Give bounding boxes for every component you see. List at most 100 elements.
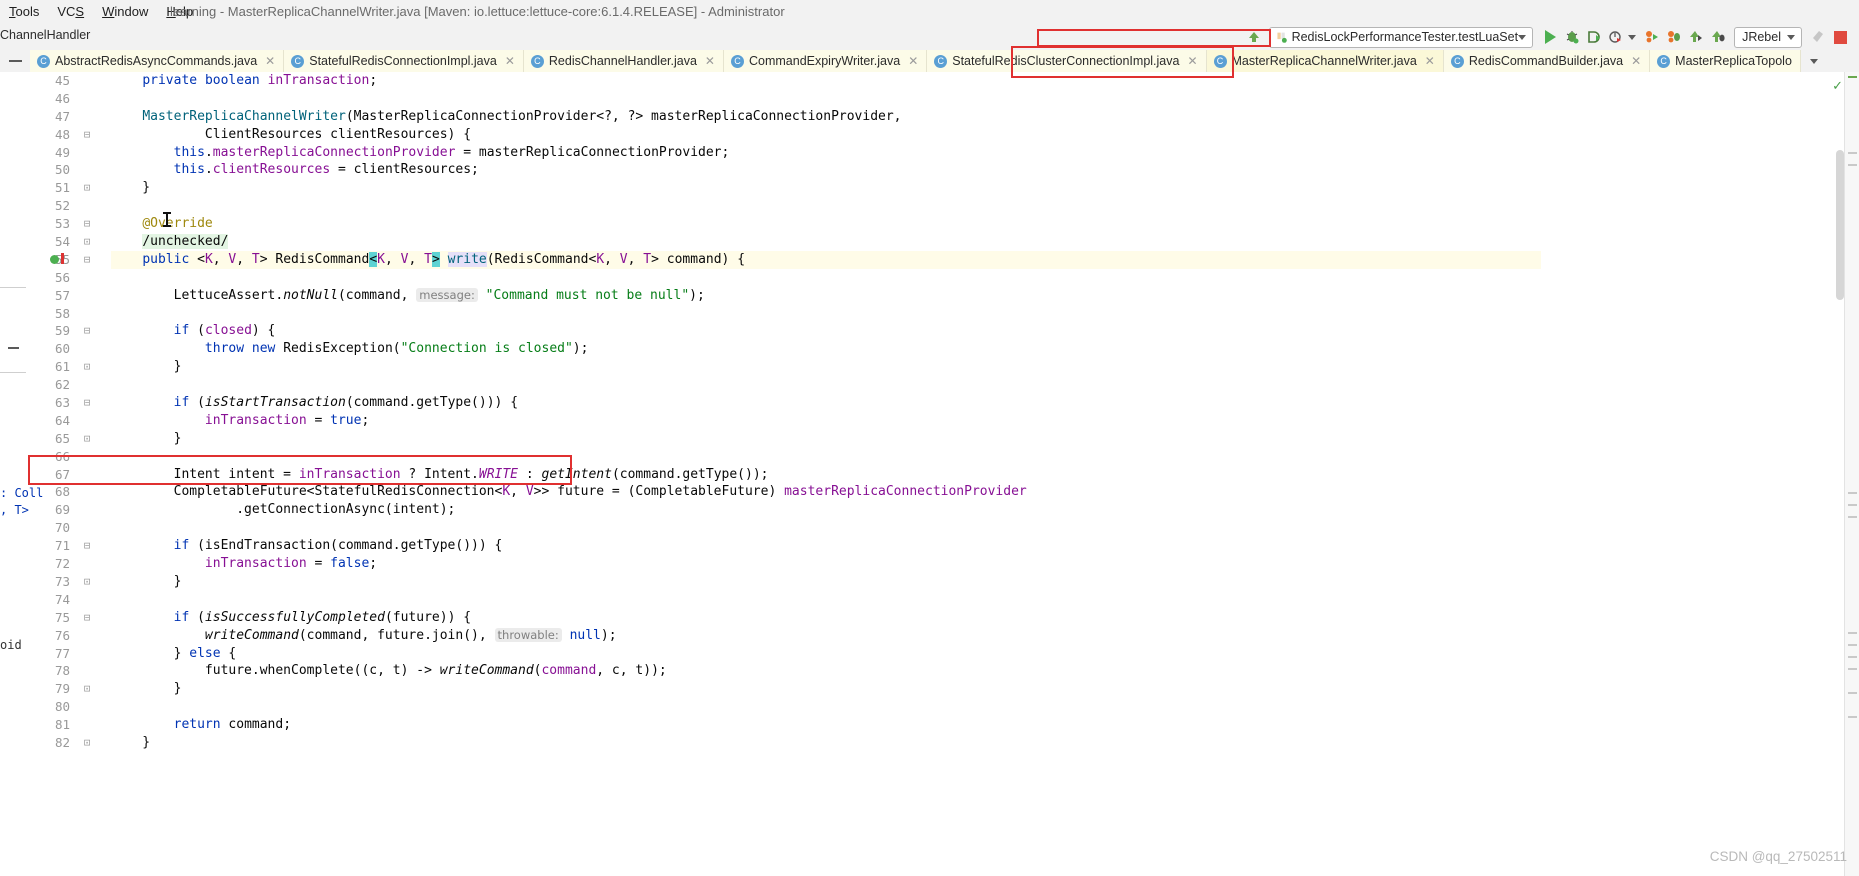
close-icon[interactable]: ✕ [1425, 54, 1435, 68]
tab-overflow-chevron-down-icon[interactable] [1800, 50, 1827, 72]
editor-tab-3[interactable]: C CommandExpiryWriter.java ✕ [723, 50, 928, 72]
bookmark-icon[interactable] [61, 253, 64, 264]
code-line[interactable]: 78 future.whenComplete((c, t) -> writeCo… [55, 662, 1541, 680]
jrebel-debug-alt-icon[interactable] [1707, 26, 1729, 48]
jrebel-debug-icon[interactable] [1663, 26, 1685, 48]
chevron-down-icon[interactable] [1518, 34, 1527, 40]
code-line[interactable]: 82 ⊡ } [55, 734, 1541, 752]
profile-chevron-down-icon[interactable] [1628, 34, 1637, 40]
profile-icon[interactable] [1605, 26, 1627, 48]
fold-toggle-icon[interactable]: ⊟ [81, 126, 93, 144]
code-line[interactable]: 49 this.masterReplicaConnectionProvider … [55, 144, 1541, 162]
code-line[interactable]: 80 [55, 698, 1541, 716]
code-line[interactable]: 54 ⊡ /unchecked/ [55, 233, 1541, 251]
code-line[interactable]: 74 [55, 591, 1541, 609]
stop-icon[interactable] [1829, 26, 1851, 48]
code-token: K [502, 484, 511, 500]
run-configuration-selector[interactable]: RedisLockPerformanceTester.testLuaSet [1268, 26, 1534, 48]
menu-item-window[interactable]: Window [93, 0, 157, 24]
fold-toggle-icon[interactable]: ⊟ [81, 251, 93, 269]
code-token: RedisException( [275, 341, 401, 357]
code-line[interactable]: 56 [55, 269, 1541, 287]
code-line[interactable]: 79 ⊡ } [55, 680, 1541, 698]
navigate-back-icon[interactable] [1243, 26, 1265, 48]
code-line[interactable]: 72 inTransaction = false; [55, 555, 1541, 573]
code-line[interactable]: 47 MasterReplicaChannelWriter(MasterRepl… [55, 108, 1541, 126]
close-icon[interactable]: ✕ [705, 54, 715, 68]
code-line[interactable]: 73 ⊡ } [55, 573, 1541, 591]
close-icon[interactable]: ✕ [1187, 54, 1197, 68]
editor-tab-0[interactable]: C AbstractRedisAsyncCommands.java ✕ [30, 50, 285, 72]
jrebel-run-alt-icon[interactable] [1685, 26, 1707, 48]
collapse-icon [8, 347, 19, 349]
fold-toggle-icon[interactable]: ⊟ [81, 394, 93, 412]
run-method-gutter-icon[interactable] [50, 255, 59, 264]
build-icon[interactable] [1807, 26, 1829, 48]
editor-tab-2[interactable]: C RedisChannelHandler.java ✕ [523, 50, 724, 72]
fold-toggle-icon[interactable]: ⊡ [81, 179, 93, 197]
code-line[interactable]: 66 [55, 448, 1541, 466]
code-line[interactable]: 67 Intent intent = inTransaction ? Inten… [55, 466, 1541, 484]
code-line[interactable]: 50 this.clientResources = clientResource… [55, 161, 1541, 179]
fold-toggle-icon[interactable]: ⊡ [81, 573, 93, 591]
fold-toggle-icon[interactable]: ⊟ [81, 537, 93, 555]
code-line[interactable]: 52 [55, 197, 1541, 215]
debug-icon[interactable] [1561, 26, 1583, 48]
code-line[interactable]: 81 return command; [55, 716, 1541, 734]
fold-toggle-icon[interactable]: ⊡ [81, 680, 93, 698]
menu-item-tools[interactable]: Tools [0, 0, 48, 24]
editor-tab-5-active[interactable]: C MasterReplicaChannelWriter.java ✕ [1206, 50, 1444, 72]
code-line[interactable]: 71 ⊟ if (isEndTransaction(command.getType… [55, 537, 1541, 555]
editor-tab-4[interactable]: C StatefulRedisClusterConnectionImpl.jav… [927, 50, 1207, 72]
run-icon[interactable] [1539, 26, 1561, 48]
code-line[interactable]: 48 ⊟ ClientResources clientResources) { [55, 126, 1541, 144]
fold-toggle-icon[interactable]: ⊡ [81, 430, 93, 448]
close-icon[interactable]: ✕ [1631, 54, 1641, 68]
fold-toggle-icon[interactable]: ⊟ [81, 215, 93, 233]
fold-toggle-icon[interactable]: ⊟ [81, 322, 93, 340]
editor-marker-bar[interactable] [1844, 72, 1859, 876]
code-line[interactable]: 58 [55, 305, 1541, 323]
code-line[interactable]: 46 [55, 90, 1541, 108]
close-icon[interactable]: ✕ [908, 54, 918, 68]
editor-tab-6[interactable]: C RedisCommandBuilder.java ✕ [1443, 50, 1651, 72]
code-line[interactable]: 57 LettuceAssert.notNull(command, messag… [55, 287, 1541, 305]
code-line[interactable]: 61 ⊡ } [55, 358, 1541, 376]
close-icon[interactable]: ✕ [265, 54, 275, 68]
code-content[interactable]: 45 private boolean inTransaction; 46 47 M… [50, 72, 1541, 876]
jrebel-selector[interactable]: JRebel [1734, 26, 1802, 48]
inspection-status-icon[interactable]: ✓ [1832, 78, 1843, 94]
code-line[interactable]: 68 CompletableFuture<StatefulRedisConnec… [55, 483, 1541, 501]
breadcrumb[interactable]: ChannelHandler [0, 28, 90, 42]
code-line[interactable]: 65 ⊡ } [55, 430, 1541, 448]
code-line[interactable]: 77 } else { [55, 645, 1541, 663]
editor-tab-1[interactable]: C StatefulRedisConnectionImpl.java ✕ [284, 50, 524, 72]
code-line[interactable]: 59 ⊟ if (closed) { [55, 322, 1541, 340]
code-editor[interactable]: 45 private boolean inTransaction; 46 47 M… [0, 72, 1859, 876]
fold-toggle-icon[interactable]: ⊡ [81, 734, 93, 752]
code-line[interactable]: 76 writeCommand(command, future.join(), … [55, 627, 1541, 645]
editor-scrollbar-thumb[interactable] [1836, 150, 1844, 300]
code-line[interactable]: 55⊟ public <K, V, T> RedisCommand<K, V, … [55, 250, 1541, 269]
code-line[interactable]: 64 inTransaction = true; [55, 412, 1541, 430]
jrebel-run-icon[interactable] [1641, 26, 1663, 48]
code-line[interactable]: 63 ⊟ if (isStartTransaction(command.getTy… [55, 394, 1541, 412]
editor-tab-7[interactable]: C MasterReplicaTopolo [1650, 50, 1801, 72]
close-icon[interactable]: ✕ [505, 54, 515, 68]
code-line[interactable]: 62 [55, 376, 1541, 394]
code-line[interactable]: 60 throw new RedisException("Connection … [55, 340, 1541, 358]
menu-item-vcs[interactable]: VCS [48, 0, 93, 24]
run-with-coverage-icon[interactable] [1583, 26, 1605, 48]
fold-toggle-icon[interactable]: ⊡ [81, 358, 93, 376]
code-line[interactable]: 70 [55, 519, 1541, 537]
collapse-tabs-button[interactable] [0, 50, 30, 72]
jrebel-chevron-down-icon[interactable] [1787, 34, 1795, 40]
code-line[interactable]: 51 ⊡ } [55, 179, 1541, 197]
code-line[interactable]: 75 ⊟ if (isSuccessfullyCompleted(future))… [55, 609, 1541, 627]
code-line[interactable]: 69 .getConnectionAsync(intent); [55, 501, 1541, 519]
fold-toggle-icon[interactable]: ⊟ [81, 609, 93, 627]
code-token: , [627, 251, 644, 267]
code-line[interactable]: 45 private boolean inTransaction; [55, 72, 1541, 90]
code-line[interactable]: 53 ⊟ @Override [55, 215, 1541, 233]
fold-toggle-icon[interactable]: ⊡ [81, 233, 93, 251]
